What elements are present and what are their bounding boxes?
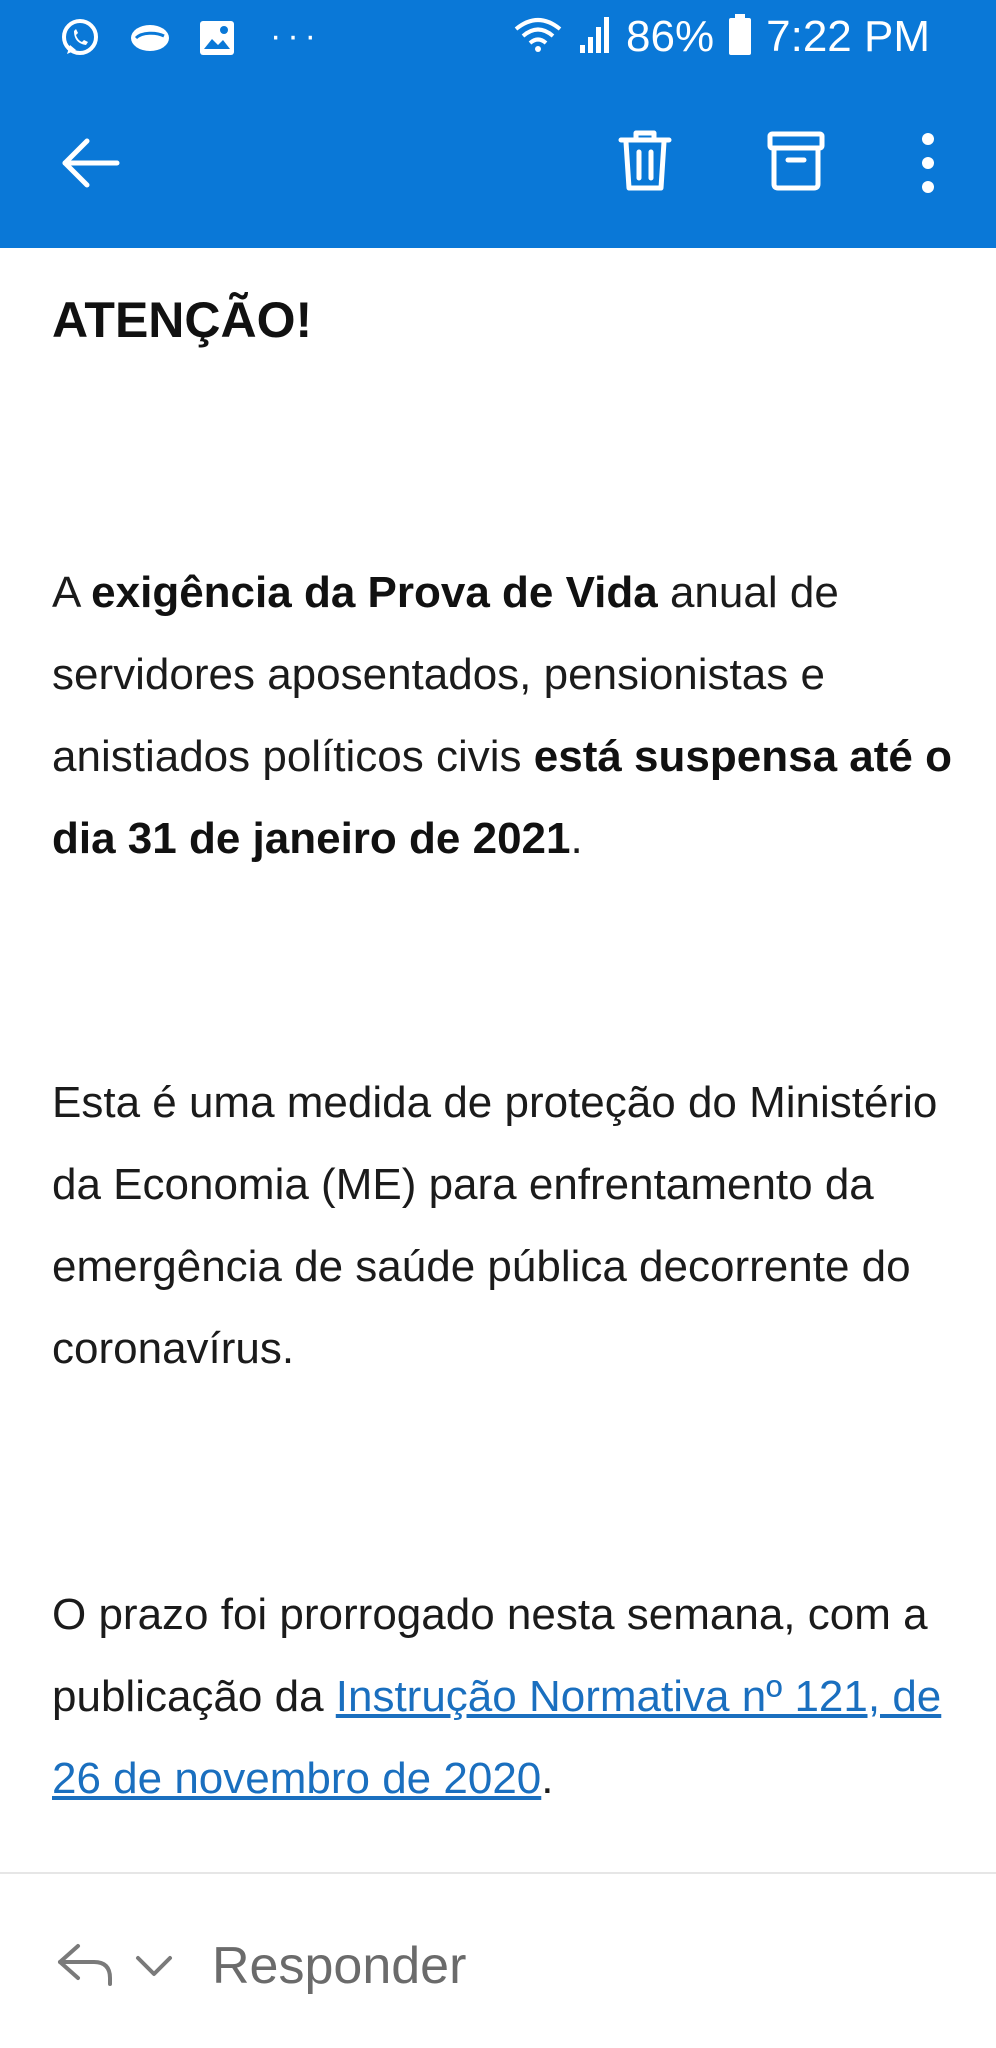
more-notifications-icon: ··· xyxy=(270,17,322,55)
archive-button[interactable] xyxy=(760,122,832,204)
reply-arrow-icon[interactable] xyxy=(56,1942,116,1993)
reply-bar: Responder xyxy=(0,1874,996,2048)
email-toolbar xyxy=(0,100,996,230)
email-paragraph-2: Esta é uma medida de proteção do Ministé… xyxy=(52,1078,938,1373)
status-bar: ··· 86% 7:22 PM xyxy=(0,0,996,80)
signal-icon xyxy=(578,15,612,60)
email-body: ATENÇÃO! xyxy=(52,290,952,350)
email-paragraph-1: A exigência da Prova de Vida anual de se… xyxy=(52,552,952,880)
p3-text-2: . xyxy=(541,1754,554,1803)
battery-percent: 86% xyxy=(626,12,715,61)
p1-text-1: A xyxy=(52,568,92,617)
battery-icon xyxy=(728,13,752,61)
more-options-button[interactable] xyxy=(908,122,948,208)
chevron-down-icon[interactable] xyxy=(134,1954,174,1985)
back-button[interactable] xyxy=(46,130,132,200)
back-arrow-icon xyxy=(57,135,121,196)
app-header: ··· 86% 7:22 PM xyxy=(0,0,996,248)
chat-bubbles-icon xyxy=(128,18,172,63)
whatsapp-icon xyxy=(58,16,102,65)
trash-icon xyxy=(617,128,673,199)
delete-button[interactable] xyxy=(610,120,680,206)
wifi-icon xyxy=(512,15,564,60)
email-heading: ATENÇÃO! xyxy=(52,292,313,348)
reply-button[interactable]: Responder xyxy=(212,1936,466,1996)
archive-icon xyxy=(766,130,826,197)
more-vertical-icon xyxy=(918,131,938,200)
p1-bold-1: exigência da Prova de Vida xyxy=(91,568,658,617)
p1-text-3: . xyxy=(570,814,583,863)
clock: 7:22 PM xyxy=(766,12,930,61)
gallery-icon xyxy=(198,19,236,62)
email-paragraph-3: O prazo foi prorrogado nesta semana, com… xyxy=(52,1574,952,1820)
